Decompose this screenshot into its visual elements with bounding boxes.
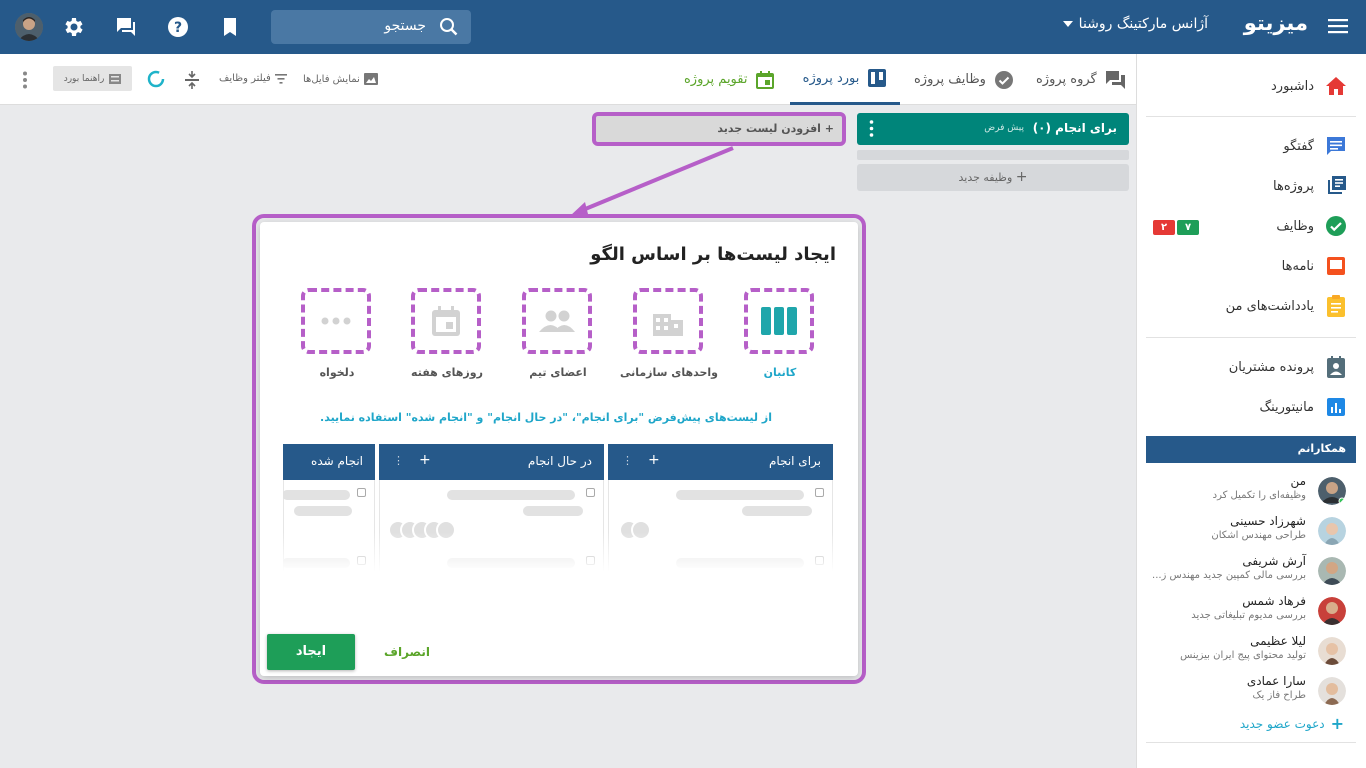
- template-org-units[interactable]: [633, 288, 703, 354]
- template-preview: برای انجام + ⋮ در حال انجام + ⋮ انجام شد…: [283, 444, 835, 572]
- clipboard-icon: [1326, 295, 1346, 317]
- team-member[interactable]: آرش شریفی بررسی مالی کمپین جدید مهندس ز.…: [1146, 554, 1346, 592]
- sidebar-item-letters[interactable]: نامه‌ها: [1146, 251, 1346, 281]
- template-kanban-label: کانبان: [763, 366, 797, 379]
- team-member[interactable]: من وظیفه‌ای را تکمیل کرد: [1146, 474, 1346, 512]
- more-horizontal-icon: [321, 317, 351, 325]
- bar-chart-icon: [1326, 397, 1346, 417]
- template-weekdays-label: روزهای هفته: [411, 366, 483, 379]
- group-icon: [539, 310, 575, 332]
- sidebar-item-chat[interactable]: گفتگو: [1146, 131, 1346, 161]
- check-circle-icon: [1326, 216, 1346, 236]
- right-sidebar: داشبورد گفتگو پروژه‌ها وظایف ۷ ۲ نامه‌ها…: [1136, 54, 1366, 768]
- sidebar-item-dashboard[interactable]: داشبورد: [1146, 71, 1346, 101]
- plus-icon: +: [1330, 714, 1344, 733]
- template-team-members-label: اعضای تیم: [529, 366, 587, 379]
- template-kanban[interactable]: [744, 288, 814, 354]
- avatar: [1318, 477, 1346, 505]
- kebab-icon: ⋮: [622, 454, 633, 467]
- library-icon: [1326, 176, 1346, 196]
- tasks-badge-green: ۷: [1177, 220, 1199, 235]
- avatar: [1318, 557, 1346, 585]
- sidebar-item-customers[interactable]: پرونده مشتریان: [1146, 352, 1346, 382]
- plus-icon: +: [648, 452, 660, 468]
- template-org-units-label: واحدهای سازمانی: [619, 366, 719, 379]
- home-icon: [1326, 76, 1346, 96]
- template-custom[interactable]: [301, 288, 371, 354]
- sidebar-item-notes[interactable]: یادداشت‌های من: [1146, 291, 1346, 321]
- sidebar-item-projects[interactable]: پروژه‌ها: [1146, 171, 1346, 201]
- avatar: [1318, 677, 1346, 705]
- template-weekdays[interactable]: [411, 288, 481, 354]
- create-button[interactable]: ایجاد: [267, 634, 355, 670]
- create-lists-dialog: ایجاد لیست‌ها بر اساس الگو کانبان واحدها…: [260, 222, 858, 676]
- sidebar-item-monitoring[interactable]: مانیتورینگ: [1146, 392, 1346, 422]
- tasks-badge-red: ۲: [1153, 220, 1175, 235]
- avatar: [1318, 637, 1346, 665]
- cancel-button[interactable]: انصراف: [377, 634, 437, 670]
- kanban-icon: [761, 307, 797, 335]
- team-member[interactable]: فرهاد شمس بررسی مدیوم تبلیغاتی جدید: [1146, 594, 1346, 632]
- template-team-members[interactable]: [522, 288, 592, 354]
- team-member[interactable]: لیلا عظیمی تولید محتوای پیج ایران بیزینس: [1146, 634, 1346, 672]
- kebab-icon: ⋮: [393, 454, 404, 467]
- avatar: [1318, 597, 1346, 625]
- plus-icon: +: [419, 452, 431, 468]
- team-member[interactable]: سارا عمادی طراح فاز یک: [1146, 674, 1346, 712]
- calendar-icon: [432, 306, 460, 336]
- invite-member-link[interactable]: + دعوت عضو جدید: [1240, 714, 1344, 733]
- team-member[interactable]: شهرزاد حسینی طراحی مهندس اشکان: [1146, 514, 1346, 552]
- building-icon: [653, 314, 683, 336]
- dialog-title: ایجاد لیست‌ها بر اساس الگو: [590, 244, 836, 265]
- contact-icon: [1326, 356, 1346, 378]
- sidebar-item-tasks[interactable]: وظایف: [1146, 211, 1346, 241]
- template-description: از لیست‌های پیش‌فرض "برای انجام"، "در حا…: [320, 411, 772, 424]
- inbox-icon: [1326, 256, 1346, 276]
- avatar: [1318, 517, 1346, 545]
- message-icon: [1326, 136, 1346, 156]
- template-custom-label: دلخواه: [319, 366, 355, 379]
- team-section-title: همکارانم: [1146, 436, 1356, 463]
